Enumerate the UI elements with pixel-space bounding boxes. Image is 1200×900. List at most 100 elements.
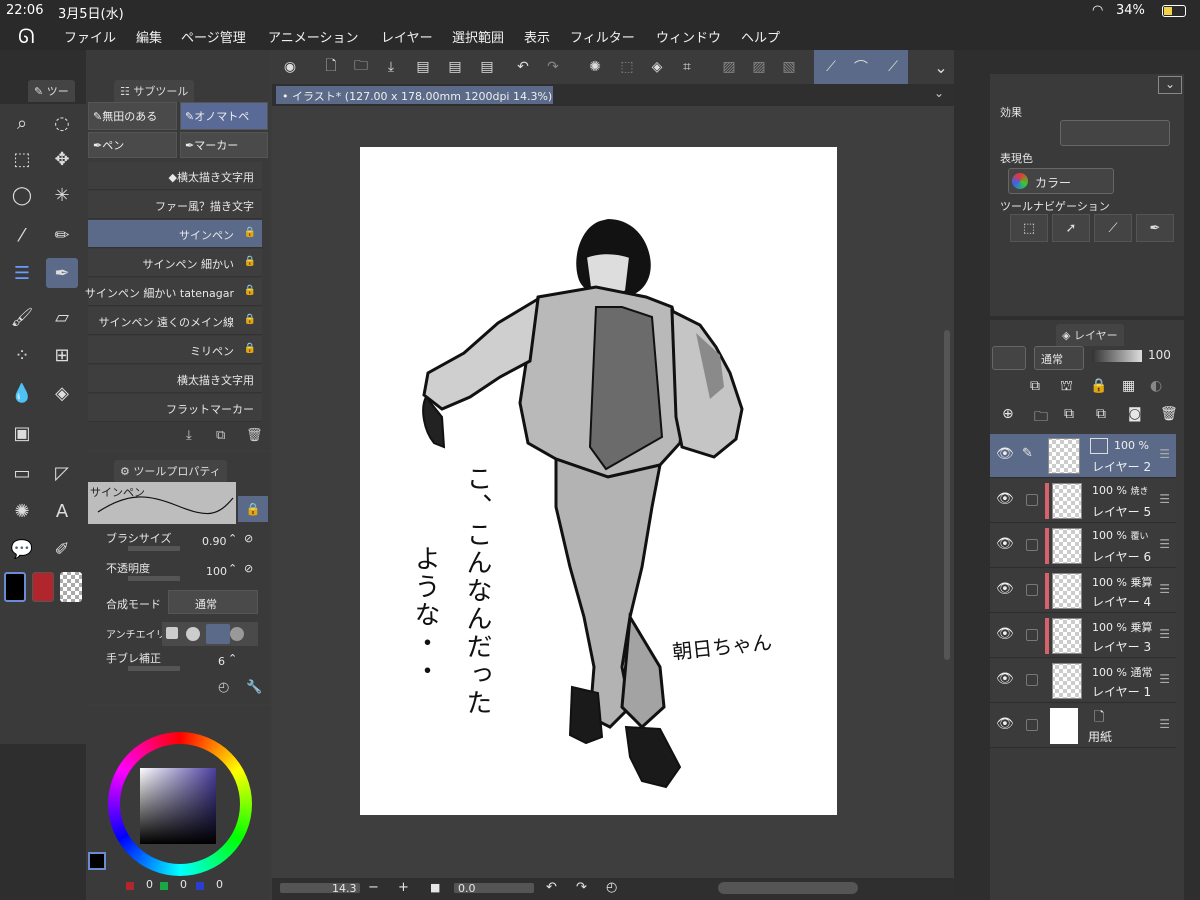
stepper-icon[interactable]: ⌃ [228,562,237,575]
new-file-icon[interactable]: 🗋 [318,54,344,80]
eye-icon[interactable]: 👁 [996,536,1014,552]
stepper-icon[interactable]: ⌃ [228,532,237,545]
layer-checkbox[interactable] [1026,584,1038,596]
eye-icon[interactable]: 👁 [996,671,1014,687]
layer-menu-icon[interactable]: ☰ [1159,492,1170,506]
export-jpg-icon[interactable]: ▤ [410,54,436,80]
layer-blend-select[interactable]: 通常 [1034,346,1084,370]
brush-item[interactable]: サインペン 🔒 [88,220,262,248]
brush-tool-icon[interactable]: 🖌 [6,302,38,332]
panel-menu-chevron-icon[interactable]: ⌄ [1158,76,1182,94]
tab-subtool[interactable]: ☷ サブツール [114,80,195,102]
layer-row[interactable]: 👁 100 % 乗算 レイヤー 4 ☰ [990,569,1176,613]
brush-size-slider[interactable] [128,546,180,551]
sub-color-swatch[interactable] [32,572,54,602]
stabilization-slider[interactable] [128,666,180,671]
nav-pen-icon[interactable]: ✒ [1136,214,1174,242]
blend-mode-row[interactable]: 合成モード 通常 [100,590,262,618]
rotate-left-icon[interactable]: ↶ [546,880,557,895]
menu-view[interactable]: 表示 [524,27,550,46]
tab-tool-property[interactable]: ⚙ ツールプロパティ [114,460,227,482]
fill-tool-icon[interactable]: ◈ [46,378,78,408]
transform-icon[interactable]: ⌗ [674,54,700,80]
duplicate-icon[interactable]: ⧉ [216,428,225,443]
opacity-slider[interactable] [128,576,180,581]
layer-mask-icon[interactable]: ◙ [1128,406,1142,422]
main-color-chip[interactable] [88,852,106,870]
fill-icon[interactable]: ◈ [644,54,670,80]
chevron-down-icon[interactable]: ⌄ [928,54,954,80]
layer-row[interactable]: 👁 🗋 用紙 ☰ [990,704,1176,748]
clip-icon[interactable]: ⧉ [1030,378,1040,394]
color-wheel[interactable] [108,732,252,876]
tab-tools[interactable]: ✎ ツー [28,80,75,102]
menu-layer[interactable]: レイヤー [381,27,433,46]
eraser-icon[interactable]: ▱ [46,302,78,332]
magic-wand-icon[interactable]: ✳ [46,180,78,210]
move-tool-icon[interactable]: ✥ [46,144,78,174]
loading-icon[interactable]: ✺ [582,54,608,80]
layer-checkbox[interactable] [1026,719,1038,731]
subtool-group-1[interactable]: ✎ 無田のある [88,102,177,130]
menu-filter[interactable]: フィルター [570,27,635,46]
new-folder-icon[interactable]: 🗀 [1034,406,1048,430]
correct-line-icon[interactable]: ✐ [46,534,78,564]
wrench-icon[interactable]: 🔧 [246,680,262,695]
transparent-swatch[interactable] [60,572,82,602]
redo-icon[interactable]: ↷ [540,54,566,80]
tab-canvas[interactable]: • イラスト* (127.00 x 178.00mm 1200dpi 14.3%… [276,86,553,104]
pen-tool-icon[interactable]: ✒ [46,258,78,288]
layer-row[interactable]: 👁 ✎ 100 % レイヤー 2 ☰ [990,434,1176,478]
reference-icon[interactable]: ⛫ [1060,378,1073,396]
brush-item[interactable]: サインペン 細かい 🔒 [88,249,262,277]
new-layer-icon[interactable]: ⊕ [1002,406,1014,422]
blend-tool-icon[interactable]: 💧 [6,378,38,408]
trash-icon[interactable]: 🗑 [246,428,263,443]
layer-row[interactable]: 👁 100 % 焼き レイヤー 5 ☰ [990,479,1176,523]
layer-menu-icon[interactable]: ☰ [1159,447,1170,461]
layer-row[interactable]: 👁 100 % 覆い レイヤー 6 ☰ [990,524,1176,568]
brush-item[interactable]: ミリペン 🔒 [88,336,262,364]
nav-control-point-icon[interactable]: ➚ [1052,214,1090,242]
copy-layer-icon[interactable]: ⧉ [1096,406,1106,422]
zoom-out-icon[interactable]: − [368,880,379,895]
lock-icon[interactable]: 🔒 [238,496,268,522]
layer-checkbox[interactable] [1026,674,1038,686]
zoom-tool-icon[interactable]: ⌕ [6,108,38,138]
undo-icon[interactable]: ↶ [510,54,536,80]
clear-outside-icon[interactable]: ▨ [746,54,772,80]
menu-file[interactable]: ファイル [64,27,116,46]
horizontal-scrollbar[interactable] [718,882,858,894]
fill-selection-icon[interactable]: ▧ [776,54,802,80]
effect-selector[interactable] [1060,120,1170,146]
layer-checkbox[interactable] [1026,539,1038,551]
rotate-tool-icon[interactable]: ◌ [46,108,78,138]
brush-item[interactable]: 横太描き文字用 [88,365,262,393]
menu-page[interactable]: ページ管理 [181,27,246,46]
layer-list-icon[interactable]: ☰ [6,258,38,288]
text-tool-icon[interactable]: A [46,496,78,526]
layer-menu-icon[interactable]: ☰ [1159,672,1170,686]
pressure-icon[interactable]: ⊘ [244,532,253,545]
layer-menu-icon[interactable]: ☰ [1159,627,1170,641]
open-folder-icon[interactable]: 🗀 [348,54,374,80]
reset-icon[interactable]: ◴ [218,680,229,695]
tab-layers[interactable]: ◈ レイヤー [1056,324,1124,346]
saturation-square[interactable] [140,768,216,844]
airbrush-icon[interactable]: ⁘ [6,340,38,370]
stepper-icon[interactable]: ⌃ [228,652,237,665]
layer-checkbox[interactable] [1026,629,1038,641]
brush-item[interactable]: ◆横太描き文字用 [88,162,262,190]
save-icon[interactable]: ⤓ [378,54,404,80]
eyedropper-icon[interactable]: ⁄ [6,220,38,250]
effect-line-icon[interactable]: ✺ [6,496,38,526]
menu-help[interactable]: ヘルプ [741,27,780,46]
pressure-icon[interactable]: ⊘ [244,562,253,575]
mask-icon[interactable]: ◐ [1150,378,1162,394]
main-color-swatch[interactable] [4,572,26,602]
layer-row[interactable]: 👁 100 % 乗算 レイヤー 3 ☰ [990,614,1176,658]
pencil-tool-icon[interactable]: ✏ [46,220,78,250]
eye-icon[interactable]: 👁 [996,626,1014,642]
blend-mode-select[interactable]: 通常 [168,590,258,614]
layer-menu-icon[interactable]: ☰ [1159,717,1170,731]
